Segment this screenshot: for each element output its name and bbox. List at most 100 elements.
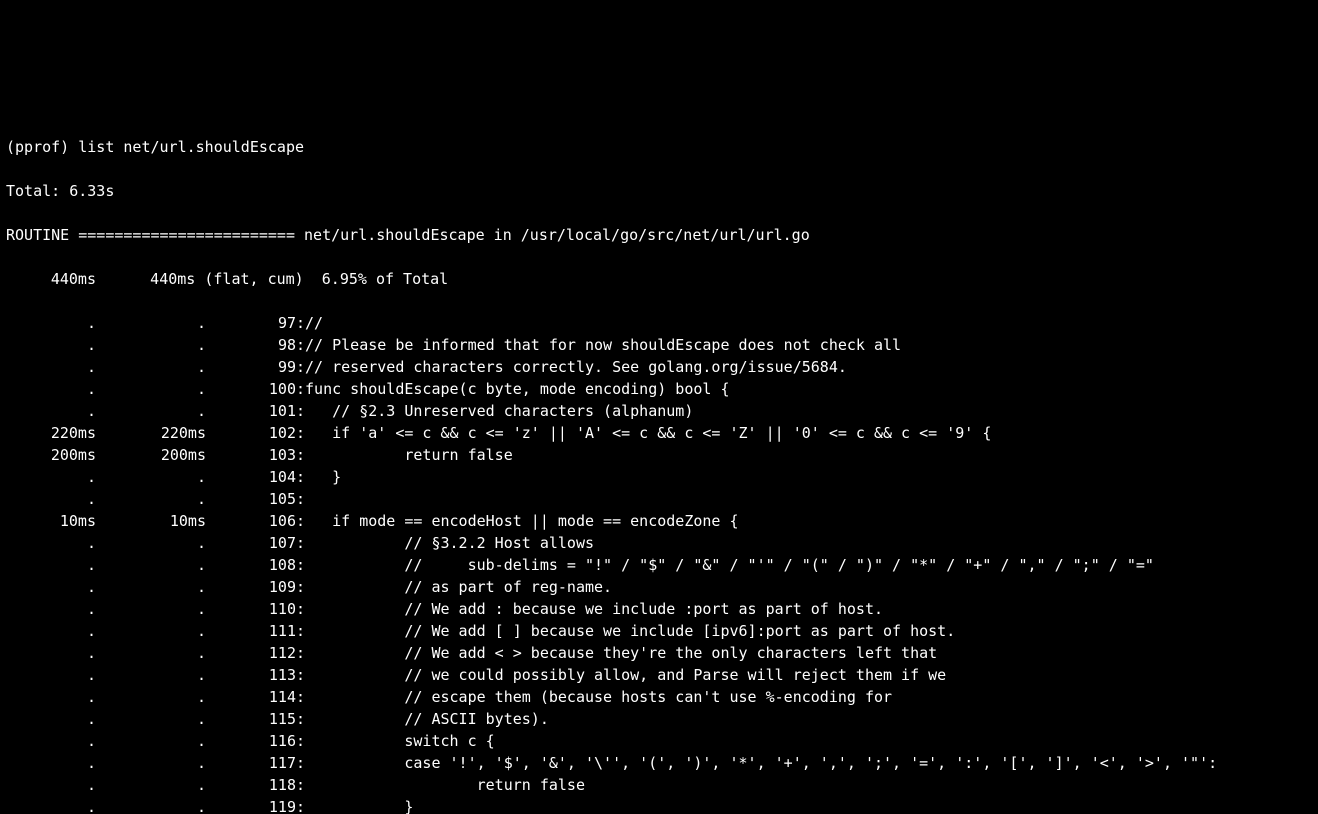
pprof-prompt: (pprof)	[6, 138, 78, 156]
col-source: // ASCII bytes).	[305, 710, 549, 728]
col-flat: .	[6, 796, 96, 814]
col-source: switch c {	[305, 732, 495, 750]
source-row: 220ms220ms102: if 'a' <= c && c <= 'z' |…	[6, 422, 1312, 444]
colon: :	[296, 490, 305, 508]
col-cum: .	[96, 532, 206, 554]
col-lineno: 97	[206, 312, 296, 334]
col-source: if mode == encodeHost || mode == encodeZ…	[305, 512, 738, 530]
source-row: 10ms10ms106: if mode == encodeHost || mo…	[6, 510, 1312, 532]
col-flat: 220ms	[6, 422, 96, 444]
col-flat: .	[6, 532, 96, 554]
command-text: list net/url.shouldEscape	[78, 138, 304, 156]
colon: :	[296, 380, 305, 398]
colon: :	[296, 358, 305, 376]
col-lineno: 118	[206, 774, 296, 796]
col-source: return false	[305, 776, 585, 794]
colon: :	[296, 402, 305, 420]
col-cum: .	[96, 752, 206, 774]
source-row: ..117: case '!', '$', '&', '\'', '(', ')…	[6, 752, 1312, 774]
col-lineno: 98	[206, 334, 296, 356]
col-source: return false	[305, 446, 513, 464]
col-flat: .	[6, 576, 96, 598]
col-lineno: 99	[206, 356, 296, 378]
col-flat: .	[6, 752, 96, 774]
col-lineno: 110	[206, 598, 296, 620]
source-listing: ..97://..98:// Please be informed that f…	[6, 312, 1312, 814]
col-source: // sub-delims = "!" / "$" / "&" / "'" / …	[305, 556, 1154, 574]
terminal[interactable]: (pprof) list net/url.shouldEscape Total:…	[0, 110, 1318, 814]
col-flat: 200ms	[6, 444, 96, 466]
col-flat: .	[6, 488, 96, 510]
colon: :	[296, 732, 305, 750]
col-flat: .	[6, 730, 96, 752]
col-flat: .	[6, 312, 96, 334]
col-source: // §2.3 Unreserved characters (alphanum)	[305, 402, 693, 420]
col-cum: 220ms	[96, 422, 206, 444]
colon: :	[296, 644, 305, 662]
col-source: // §3.2.2 Host allows	[305, 534, 594, 552]
col-cum: .	[96, 796, 206, 814]
colon: :	[296, 468, 305, 486]
source-row: ..98:// Please be informed that for now …	[6, 334, 1312, 356]
col-flat: .	[6, 642, 96, 664]
col-flat: .	[6, 356, 96, 378]
col-lineno: 100	[206, 378, 296, 400]
colon: :	[296, 798, 305, 814]
col-source: if 'a' <= c && c <= 'z' || 'A' <= c && c…	[305, 424, 991, 442]
source-row: ..118: return false	[6, 774, 1312, 796]
col-lineno: 106	[206, 510, 296, 532]
col-flat: .	[6, 598, 96, 620]
col-lineno: 102	[206, 422, 296, 444]
col-lineno: 119	[206, 796, 296, 814]
col-cum: .	[96, 620, 206, 642]
col-flat: .	[6, 400, 96, 422]
col-source: }	[305, 468, 341, 486]
source-row: ..99:// reserved characters correctly. S…	[6, 356, 1312, 378]
col-lineno: 117	[206, 752, 296, 774]
col-flat: 10ms	[6, 510, 96, 532]
source-row: ..101: // §2.3 Unreserved characters (al…	[6, 400, 1312, 422]
col-lineno: 109	[206, 576, 296, 598]
col-lineno: 115	[206, 708, 296, 730]
source-row: ..100:func shouldEscape(c byte, mode enc…	[6, 378, 1312, 400]
col-source: // We add [ ] because we include [ipv6]:…	[305, 622, 955, 640]
prompt-line: (pprof) list net/url.shouldEscape	[6, 136, 1312, 158]
col-cum: .	[96, 686, 206, 708]
colon: :	[296, 666, 305, 684]
col-cum: .	[96, 466, 206, 488]
colon: :	[296, 424, 305, 442]
col-source: func shouldEscape(c byte, mode encoding)…	[305, 380, 729, 398]
col-source: // We add < > because they're the only c…	[305, 644, 937, 662]
col-flat: .	[6, 620, 96, 642]
header-flat: 440ms	[6, 268, 96, 290]
source-row: ..113: // we could possibly allow, and P…	[6, 664, 1312, 686]
header-rest: 440ms (flat, cum) 6.95% of Total	[96, 270, 448, 288]
colon: :	[296, 578, 305, 596]
source-row: ..105:	[6, 488, 1312, 510]
col-cum: .	[96, 642, 206, 664]
source-row: ..109: // as part of reg-name.	[6, 576, 1312, 598]
col-cum: .	[96, 378, 206, 400]
col-cum: 200ms	[96, 444, 206, 466]
source-row: ..116: switch c {	[6, 730, 1312, 752]
header-line: 440ms 440ms (flat, cum) 6.95% of Total	[6, 268, 1312, 290]
source-row: ..112: // We add < > because they're the…	[6, 642, 1312, 664]
col-source: // we could possibly allow, and Parse wi…	[305, 666, 946, 684]
colon: :	[296, 534, 305, 552]
source-row: 200ms200ms103: return false	[6, 444, 1312, 466]
col-cum: 10ms	[96, 510, 206, 532]
col-flat: .	[6, 686, 96, 708]
colon: :	[296, 446, 305, 464]
col-lineno: 114	[206, 686, 296, 708]
col-source: // escape them (because hosts can't use …	[305, 688, 892, 706]
col-lineno: 111	[206, 620, 296, 642]
col-source: // Please be informed that for now shoul…	[305, 336, 901, 354]
col-flat: .	[6, 664, 96, 686]
col-flat: .	[6, 774, 96, 796]
colon: :	[296, 622, 305, 640]
col-lineno: 116	[206, 730, 296, 752]
col-flat: .	[6, 708, 96, 730]
routine-line: ROUTINE ======================== net/url…	[6, 224, 1312, 246]
col-lineno: 105	[206, 488, 296, 510]
source-row: ..107: // §3.2.2 Host allows	[6, 532, 1312, 554]
